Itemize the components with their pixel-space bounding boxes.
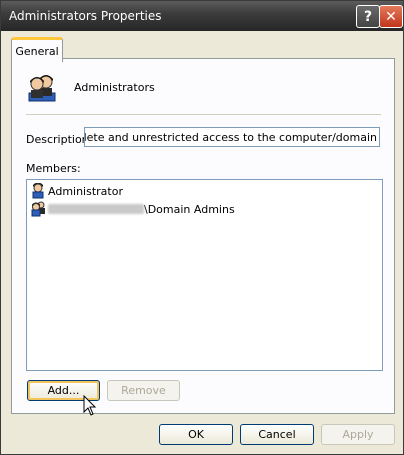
window-title: Administrators Properties [9,9,162,23]
members-label: Members: [26,162,81,175]
description-input[interactable]: mplete and unrestricted access to the co… [84,127,380,147]
cancel-button-label: Cancel [258,428,296,441]
close-icon: ✕ [385,8,397,25]
title-bar[interactable]: Administrators Properties ? ✕ [1,1,403,31]
user-icon [32,183,44,199]
help-icon: ? [363,8,373,25]
group-name: Administrators [74,81,155,94]
member-name: \Domain Admins [144,202,235,216]
ok-button[interactable]: OK [159,424,233,445]
list-item[interactable]: \Domain Admins [30,200,235,218]
general-panel: Administrators Description: mplete and u… [11,58,395,414]
member-name: Administrator [48,184,123,198]
properties-dialog: Administrators Properties ? ✕ General Ad… [0,0,404,455]
apply-button-label: Apply [342,428,374,441]
tab-general[interactable]: General [11,37,63,62]
ok-button-label: OK [188,428,204,441]
redacted-domain [48,204,144,214]
tab-general-label: General [15,44,59,58]
divider [26,114,381,115]
members-list[interactable]: Administrator \Domain Admins [26,179,383,371]
cancel-button[interactable]: Cancel [240,424,314,445]
mouse-pointer-icon [83,395,97,416]
remove-button[interactable]: Remove [107,380,180,401]
close-button[interactable]: ✕ [379,5,403,28]
description-label: Description: [26,133,93,146]
apply-button[interactable]: Apply [321,424,395,445]
remove-button-label: Remove [121,384,166,397]
add-button-label: Add... [47,384,80,397]
description-value: mplete and unrestricted access to the co… [84,130,377,144]
user-group-icon [28,75,56,102]
user-group-icon [31,201,45,217]
help-button[interactable]: ? [356,5,380,28]
list-item[interactable]: Administrator [30,182,123,200]
